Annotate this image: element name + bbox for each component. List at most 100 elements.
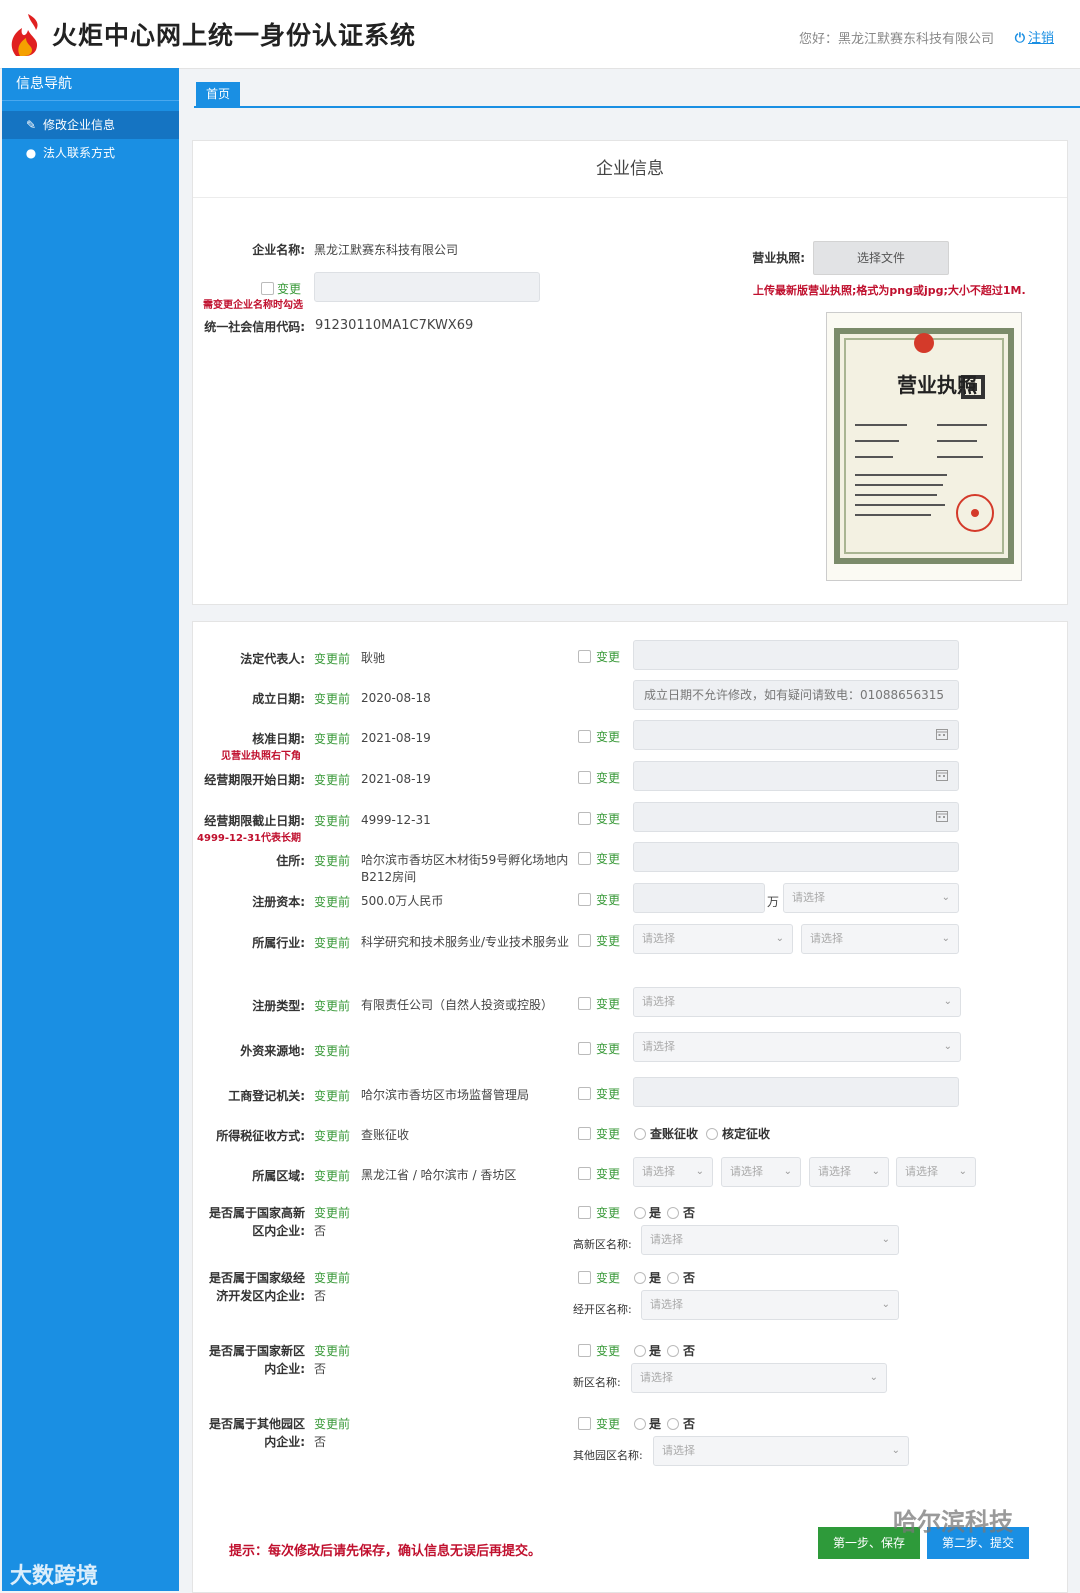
- radio-assessed-collection[interactable]: [706, 1128, 718, 1140]
- change-checkbox[interactable]: [578, 812, 591, 825]
- radio-no[interactable]: [667, 1272, 679, 1284]
- new-value-input[interactable]: [633, 842, 959, 872]
- change-checkbox[interactable]: [578, 1417, 591, 1430]
- select-placeholder: 请选择: [662, 1444, 695, 1457]
- change-checkbox[interactable]: [578, 1271, 591, 1284]
- company-name-value: 黑龙江默赛东科技有限公司: [314, 243, 459, 257]
- user-greeting: 您好：黑龙江默赛东科技有限公司: [798, 32, 994, 47]
- company-info-card: 企业信息 企业名称: 黑龙江默赛东科技有限公司 变更 需变更企业名称时勾选 统一…: [192, 140, 1068, 605]
- yesno-question-line1: 是否属于国家高新: [208, 1206, 305, 1220]
- change-checkbox[interactable]: [578, 1127, 591, 1140]
- calendar-icon: [936, 729, 948, 740]
- radio-no[interactable]: [667, 1345, 679, 1357]
- change-checkbox[interactable]: [578, 771, 591, 784]
- date-input[interactable]: [633, 802, 959, 832]
- system-title: 火炬中心网上统一身份认证系统: [52, 21, 417, 50]
- currency-select[interactable]: 请选择 ⌄: [783, 883, 959, 913]
- new-company-name-input[interactable]: [314, 272, 540, 302]
- radio-yes-label: 是: [649, 1206, 662, 1220]
- credit-code-label: 统一社会信用代码:: [204, 320, 305, 334]
- region-select-1[interactable]: 请选择 ⌄: [633, 1157, 713, 1187]
- change-checkbox[interactable]: [578, 1042, 591, 1055]
- field-before-value: 哈尔滨市香坊区市场监督管理局: [361, 1088, 530, 1102]
- chevron-down-icon: ⌄: [775, 933, 784, 944]
- before-change-label: 变更前: [314, 1271, 351, 1285]
- sidebar-item-edit-company[interactable]: ✎ 修改企业信息: [2, 111, 179, 139]
- before-change-label: 变更前: [314, 895, 351, 909]
- change-checkbox[interactable]: [578, 852, 591, 865]
- zone-name-select[interactable]: 请选择 ⌄: [641, 1290, 899, 1320]
- radio-yes[interactable]: [634, 1207, 646, 1219]
- change-checkbox[interactable]: [578, 934, 591, 947]
- radio-no[interactable]: [667, 1418, 679, 1430]
- tab-home[interactable]: 首页: [196, 82, 240, 106]
- field-hint: 4999-12-31代表长期: [197, 833, 301, 844]
- chevron-down-icon: ⌄: [941, 892, 950, 903]
- choose-file-button[interactable]: 选择文件: [813, 241, 949, 275]
- region-select-2[interactable]: 请选择 ⌄: [721, 1157, 801, 1187]
- field-label: 所得税征收方式:: [216, 1129, 305, 1143]
- radio-yes-label: 是: [649, 1344, 662, 1358]
- change-label: 变更: [596, 1127, 621, 1141]
- radio-audit-collection[interactable]: [634, 1128, 646, 1140]
- yesno-question-line1: 是否属于国家新区: [208, 1344, 305, 1358]
- sidebar-item-legal-contact[interactable]: ● 法人联系方式: [2, 139, 179, 167]
- industry-select-1[interactable]: 请选择 ⌄: [633, 924, 793, 954]
- radio-yes[interactable]: [634, 1418, 646, 1430]
- company-name-label: 企业名称:: [252, 243, 305, 257]
- change-label: 变更: [596, 1167, 621, 1181]
- field-before-value: 黑龙江省 / 哈尔滨市 / 香坊区: [361, 1168, 517, 1182]
- field-label: 住所:: [276, 854, 305, 868]
- foreign-source-select[interactable]: 请选择 ⌄: [633, 1032, 961, 1062]
- field-before-value: 2020-08-18: [361, 691, 431, 705]
- select-placeholder: 请选择: [642, 995, 675, 1008]
- field-before-value: 有限责任公司（自然人投资或控股）: [361, 998, 554, 1012]
- power-icon: ⏻: [1014, 31, 1025, 46]
- before-change-label: 变更前: [314, 732, 351, 746]
- region-select-3[interactable]: 请选择 ⌄: [809, 1157, 889, 1187]
- zone-name-select[interactable]: 请选择 ⌄: [641, 1225, 899, 1255]
- zone-name-select[interactable]: 请选择 ⌄: [653, 1436, 909, 1466]
- radio-yes[interactable]: [634, 1272, 646, 1284]
- yesno-question-line1: 是否属于国家级经: [208, 1271, 305, 1285]
- change-checkbox[interactable]: [578, 1206, 591, 1219]
- field-before-value: 2021-08-19: [361, 772, 431, 786]
- registration-type-select[interactable]: 请选择 ⌄: [633, 987, 961, 1017]
- select-placeholder: 请选择: [818, 1165, 851, 1178]
- change-label: 变更: [596, 730, 621, 744]
- change-checkbox[interactable]: [578, 650, 591, 663]
- save-tip: 提示：每次修改后请先保存，确认信息无误后再提交。: [229, 1544, 542, 1559]
- change-checkbox[interactable]: [578, 1087, 591, 1100]
- new-value-input[interactable]: [633, 640, 959, 670]
- capital-input[interactable]: [633, 883, 765, 913]
- license-document-icon: [834, 328, 1014, 564]
- before-change-label: 变更前: [314, 1044, 351, 1058]
- industry-select-2[interactable]: 请选择 ⌄: [801, 924, 959, 954]
- region-select-4[interactable]: 请选择 ⌄: [896, 1157, 976, 1187]
- capital-unit: 万: [767, 895, 780, 909]
- change-checkbox[interactable]: [578, 1344, 591, 1357]
- zone-name-select[interactable]: 请选择 ⌄: [631, 1363, 887, 1393]
- before-change-label: 变更前: [314, 652, 351, 666]
- before-change-label: 变更前: [314, 999, 351, 1013]
- new-value-input[interactable]: [633, 1077, 959, 1107]
- radio-yes[interactable]: [634, 1345, 646, 1357]
- logout-link[interactable]: ⏻ 注销: [1015, 27, 1054, 46]
- field-before-value: 科学研究和技术服务业/专业技术服务业: [361, 935, 570, 949]
- field-label: 经营期限开始日期:: [204, 773, 305, 787]
- date-input[interactable]: [633, 720, 959, 750]
- sidebar-title: 信息导航: [2, 68, 179, 101]
- change-checkbox[interactable]: [578, 997, 591, 1010]
- change-checkbox[interactable]: [578, 730, 591, 743]
- yesno-question-line2: 区内企业:: [252, 1224, 305, 1238]
- change-checkbox[interactable]: [578, 893, 591, 906]
- change-checkbox[interactable]: [578, 1167, 591, 1180]
- select-placeholder: 请选择: [730, 1165, 763, 1178]
- radio-no[interactable]: [667, 1207, 679, 1219]
- chevron-down-icon: ⌄: [869, 1372, 878, 1383]
- date-input[interactable]: [633, 761, 959, 791]
- yesno-before-value: 否: [314, 1289, 327, 1303]
- change-name-checkbox[interactable]: [261, 282, 274, 295]
- sidebar: 信息导航 ✎ 修改企业信息 ● 法人联系方式 大数跨境: [2, 68, 179, 1591]
- field-label: 所属行业:: [252, 936, 305, 950]
